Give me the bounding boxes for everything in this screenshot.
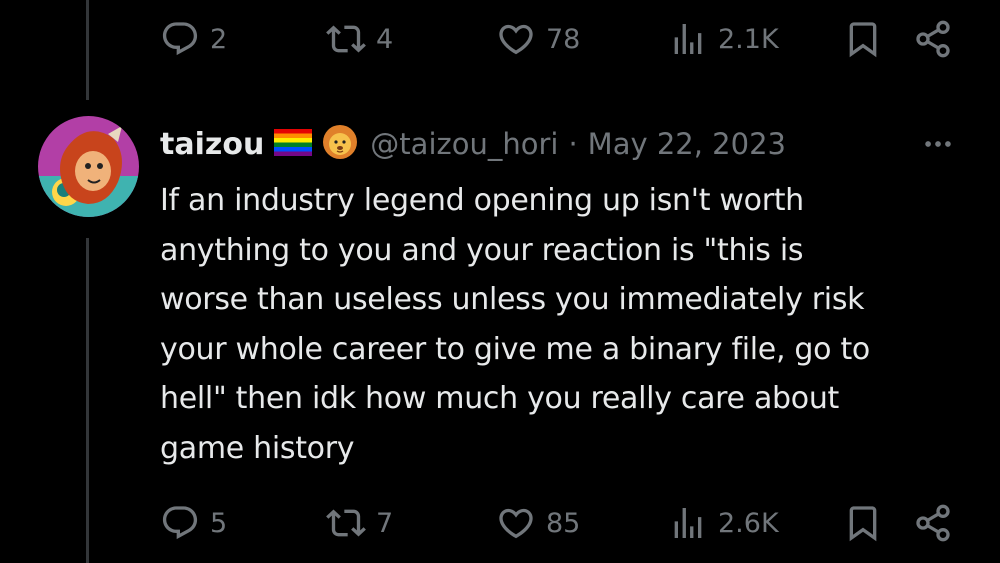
heart-icon	[496, 19, 536, 59]
bookmark-button[interactable]	[843, 14, 883, 64]
tweet-text-line: anything to you and your reaction is "th…	[160, 232, 804, 268]
more-options-button[interactable]	[916, 122, 960, 166]
views-icon	[668, 19, 708, 59]
tweet-text-line: If an industry legend opening up isn't w…	[160, 183, 804, 218]
retweet-icon	[326, 19, 366, 59]
rainbow-flag-icon	[273, 127, 313, 161]
retweet-icon	[326, 503, 366, 543]
bookmark-icon	[843, 19, 883, 59]
bookmark-icon	[843, 503, 883, 543]
reply-icon	[160, 503, 200, 543]
tweet-action-bar: 5 7 85 2.6K	[160, 498, 960, 548]
share-button[interactable]	[913, 14, 953, 64]
heart-icon	[496, 503, 536, 543]
share-button[interactable]	[913, 498, 953, 548]
bookmark-button[interactable]	[843, 498, 883, 548]
like-button[interactable]: 85	[496, 498, 580, 548]
views-button[interactable]: 2.6K	[668, 498, 779, 548]
header-separator: ·	[568, 127, 578, 161]
more-dots-icon	[925, 141, 951, 147]
reply-count: 2	[210, 23, 228, 55]
tweet-text-line: your whole career to give me a binary fi…	[160, 331, 870, 367]
views-button[interactable]: 2.1K	[668, 14, 779, 64]
thread-connector-line	[86, 0, 89, 100]
views-count: 2.6K	[718, 507, 779, 539]
lion-face-icon	[322, 124, 358, 164]
tweet-text-line: worse than useless unless you immediatel…	[160, 282, 865, 317]
like-button[interactable]: 78	[496, 14, 580, 64]
user-handle[interactable]: @taizou_hori	[370, 127, 558, 161]
avatar-image	[38, 116, 139, 217]
reply-button[interactable]: 5	[160, 498, 227, 548]
share-icon	[913, 19, 953, 59]
share-icon	[913, 503, 953, 543]
tweet-date[interactable]: May 22, 2023	[588, 127, 786, 161]
avatar[interactable]	[38, 116, 139, 217]
reply-count: 5	[210, 507, 228, 539]
reply-icon	[160, 19, 200, 59]
reply-button[interactable]: 2	[160, 14, 227, 64]
tweet-header: taizou @taizou_hori · May 22, 2023	[160, 122, 960, 166]
thread-connector-line	[86, 238, 89, 563]
tweet-text-line: game history	[160, 430, 355, 466]
tweet-text-line: hell" then idk how much you really care …	[160, 381, 840, 416]
views-icon	[668, 503, 708, 543]
retweet-button[interactable]: 7	[326, 498, 393, 548]
previous-tweet-action-bar: 2 4 78 2.1K	[160, 14, 960, 64]
tweet-text: If an industry legend opening up isn't w…	[160, 176, 960, 473]
views-count: 2.1K	[718, 23, 779, 55]
display-name[interactable]: taizou	[160, 127, 264, 162]
retweet-count: 4	[376, 23, 394, 55]
like-count: 85	[546, 507, 581, 539]
retweet-button[interactable]: 4	[326, 14, 393, 64]
like-count: 78	[546, 23, 581, 55]
retweet-count: 7	[376, 507, 394, 539]
